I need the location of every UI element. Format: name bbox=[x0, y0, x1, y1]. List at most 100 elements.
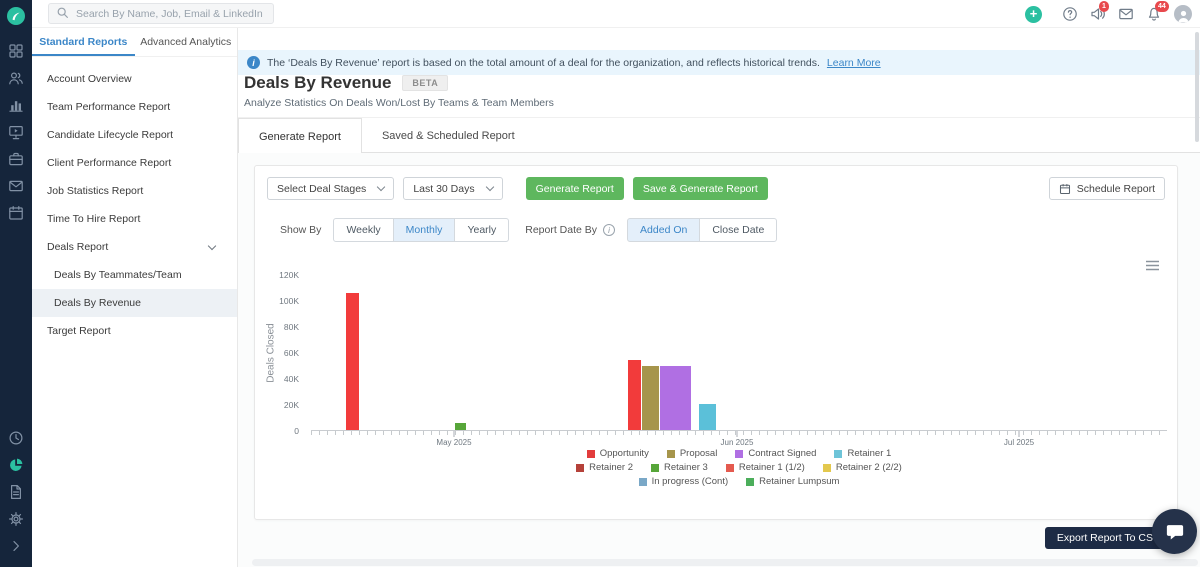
date-range-select[interactable]: Last 30 Days bbox=[403, 177, 503, 200]
legend-item-contract-signed[interactable]: Contract Signed bbox=[735, 448, 816, 459]
grid-icon[interactable] bbox=[8, 43, 24, 59]
sidebar-item-client-performance-report[interactable]: Client Performance Report bbox=[32, 149, 237, 177]
learn-more-link[interactable]: Learn More bbox=[827, 57, 881, 69]
vertical-scrollbar-thumb[interactable] bbox=[1195, 32, 1199, 142]
tab-advanced-analytics[interactable]: Advanced Analytics bbox=[135, 28, 238, 56]
y-tick-label: 80K bbox=[283, 322, 299, 332]
legend-item-retainer-1-1-2[interactable]: Retainer 1 (1/2) bbox=[725, 462, 805, 473]
report-content: Select Deal Stages Last 30 Days Generate… bbox=[238, 153, 1200, 567]
legend-item-retainer-2[interactable]: Retainer 2 bbox=[576, 462, 633, 473]
sidebar-item-candidate-lifecycle-report[interactable]: Candidate Lifecycle Report bbox=[32, 121, 237, 149]
report-date-segment: Added On Close Date bbox=[627, 218, 778, 242]
legend-row: Opportunity Proposal Contract Signed Retain… bbox=[311, 448, 1167, 459]
sidebar-item-deals-by-teammates-team[interactable]: Deals By Teammates/Team bbox=[32, 261, 237, 289]
segment-option-close-date[interactable]: Close Date bbox=[699, 218, 778, 242]
help-icon[interactable] bbox=[1062, 6, 1078, 22]
horizontal-scrollbar[interactable] bbox=[252, 559, 1198, 566]
x-tick-label: Jul 2025 bbox=[1003, 438, 1035, 447]
legend-marker bbox=[834, 449, 843, 458]
bar-chart-icon[interactable] bbox=[8, 97, 24, 113]
sidebar-item-deals-report[interactable]: Deals Report bbox=[32, 233, 237, 261]
legend-item-opportunity[interactable]: Opportunity bbox=[586, 448, 649, 459]
legend-label: Retainer 1 bbox=[847, 448, 892, 459]
tab-standard-reports[interactable]: Standard Reports bbox=[32, 28, 135, 56]
calendar-icon bbox=[1059, 183, 1070, 194]
sidebar-item-label: Job Statistics Report bbox=[47, 185, 144, 197]
icon-rail bbox=[0, 0, 32, 567]
chat-launcher[interactable] bbox=[1152, 509, 1197, 554]
legend-item-retainer-3[interactable]: Retainer 3 bbox=[650, 462, 708, 473]
tab-saved-scheduled-report[interactable]: Saved & Scheduled Report bbox=[362, 118, 535, 153]
sidebar-item-job-statistics-report[interactable]: Job Statistics Report bbox=[32, 177, 237, 205]
search-icon bbox=[56, 6, 69, 22]
info-icon: i bbox=[247, 56, 260, 69]
chart-bar-contract-signed[interactable] bbox=[660, 366, 691, 430]
save-generate-report-button[interactable]: Save & Generate Report bbox=[632, 177, 768, 200]
sidebar-item-target-report[interactable]: Target Report bbox=[32, 317, 237, 345]
legend-label: Retainer 2 bbox=[589, 462, 633, 473]
legend-marker bbox=[735, 449, 744, 458]
x-axis-major-tick bbox=[736, 431, 738, 437]
report-date-info-icon[interactable]: i bbox=[603, 224, 616, 236]
generate-report-button[interactable]: Generate Report bbox=[525, 177, 624, 200]
chart-bar-retainer-1[interactable] bbox=[699, 404, 716, 430]
banner-text: The ‘Deals By Revenue’ report is based o… bbox=[267, 56, 820, 69]
gear-icon[interactable] bbox=[8, 511, 24, 527]
chart-y-ticks: 120K 100K 80K 60K 40K 20K 0 bbox=[255, 270, 305, 436]
sidebar-item-label: Deals By Revenue bbox=[54, 297, 141, 309]
main-content: i The ‘Deals By Revenue’ report is based… bbox=[238, 28, 1200, 567]
segment-option-yearly[interactable]: Yearly bbox=[454, 218, 510, 242]
tab-generate-report[interactable]: Generate Report bbox=[238, 118, 362, 153]
date-range-value: Last 30 Days bbox=[413, 182, 475, 195]
app-window: + 1 44 Standard Reports Advanced Anal bbox=[0, 0, 1200, 567]
recruiterflow-logo-icon[interactable] bbox=[7, 7, 25, 25]
chevron-down-icon bbox=[485, 182, 494, 192]
chart-export-menu-button[interactable] bbox=[1144, 258, 1161, 276]
inbox-mail-icon[interactable] bbox=[1118, 6, 1134, 22]
legend-marker bbox=[725, 463, 734, 472]
sidebar-item-label: Team Performance Report bbox=[47, 101, 171, 113]
chart-bar-retainer-3[interactable] bbox=[455, 423, 466, 430]
sidebar-item-team-performance-report[interactable]: Team Performance Report bbox=[32, 93, 237, 121]
legend-marker bbox=[822, 463, 831, 472]
schedule-report-button[interactable]: Schedule Report bbox=[1048, 177, 1165, 200]
pie-chart-icon[interactable] bbox=[8, 457, 24, 473]
legend-marker bbox=[650, 463, 659, 472]
chart-bar-retainer-1-1-2[interactable] bbox=[628, 360, 641, 430]
legend-item-in-progress-cont[interactable]: In progress (Cont) bbox=[638, 476, 728, 487]
sidebar-item-account-overview[interactable]: Account Overview bbox=[32, 65, 237, 93]
notifications-badge: 44 bbox=[1155, 1, 1169, 12]
announcements-megaphone-icon[interactable]: 1 bbox=[1090, 1, 1109, 22]
legend-marker bbox=[576, 463, 585, 472]
expand-icon[interactable] bbox=[8, 538, 24, 554]
legend-item-proposal[interactable]: Proposal bbox=[666, 448, 717, 459]
user-avatar[interactable] bbox=[1174, 5, 1192, 23]
calendar-icon[interactable] bbox=[8, 205, 24, 221]
history-icon[interactable] bbox=[8, 430, 24, 446]
sidebar-item-deals-by-revenue[interactable]: Deals By Revenue bbox=[32, 289, 237, 317]
search-input[interactable] bbox=[74, 6, 266, 21]
legend-item-retainer-2-2-2[interactable]: Retainer 2 (2/2) bbox=[822, 462, 902, 473]
report-date-by-label: Report Date By bbox=[525, 224, 598, 236]
legend-item-retainer-1[interactable]: Retainer 1 bbox=[834, 448, 891, 459]
quick-add-button[interactable]: + bbox=[1025, 5, 1042, 23]
sidebar-item-label: Deals By Teammates/Team bbox=[54, 269, 182, 281]
segment-option-added-on[interactable]: Added On bbox=[627, 218, 701, 242]
schedule-report-label: Schedule Report bbox=[1076, 182, 1155, 195]
segment-option-weekly[interactable]: Weekly bbox=[333, 218, 394, 242]
deal-stages-select[interactable]: Select Deal Stages bbox=[267, 177, 395, 200]
show-by-segment: Weekly Monthly Yearly bbox=[333, 218, 510, 242]
legend-item-retainer-lumpsum[interactable]: Retainer Lumpsum bbox=[746, 476, 839, 487]
segment-option-monthly[interactable]: Monthly bbox=[392, 218, 456, 242]
chart-bar-proposal[interactable] bbox=[642, 366, 659, 430]
mail-icon[interactable] bbox=[8, 178, 24, 194]
sidebar-item-time-to-hire-report[interactable]: Time To Hire Report bbox=[32, 205, 237, 233]
notifications-bell-icon[interactable]: 44 bbox=[1146, 1, 1169, 22]
chart-bar-opportunity[interactable] bbox=[346, 293, 359, 430]
document-icon[interactable] bbox=[8, 484, 24, 500]
users-icon[interactable] bbox=[8, 70, 24, 86]
global-search[interactable] bbox=[48, 3, 274, 24]
legend-label: Retainer 3 bbox=[663, 462, 708, 473]
presentation-icon[interactable] bbox=[8, 124, 24, 140]
briefcase-icon[interactable] bbox=[8, 151, 24, 167]
